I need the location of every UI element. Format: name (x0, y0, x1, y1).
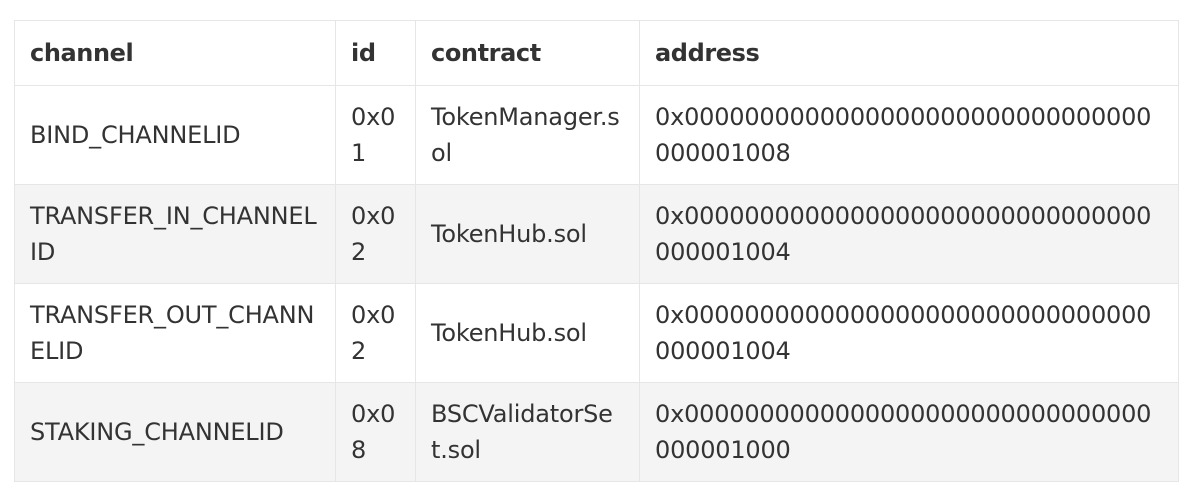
table-row: TRANSFER_IN_CHANNELID 0x02 TokenHub.sol … (14, 184, 1179, 284)
cell-contract: TokenManager.sol (415, 85, 640, 185)
cell-id: 0x01 (335, 85, 416, 185)
cell-channel: TRANSFER_IN_CHANNELID (14, 184, 336, 284)
cell-contract: BSCValidatorSet.sol (415, 382, 640, 482)
table-row: TRANSFER_OUT_CHANNELID 0x02 TokenHub.sol… (14, 283, 1179, 383)
cell-channel: TRANSFER_OUT_CHANNELID (14, 283, 336, 383)
cell-contract: TokenHub.sol (415, 184, 640, 284)
header-id: id (335, 20, 416, 86)
cell-address: 0x00000000000000000000000000000000000010… (639, 382, 1179, 482)
cell-contract: TokenHub.sol (415, 283, 640, 383)
cell-id: 0x02 (335, 283, 416, 383)
cell-id: 0x08 (335, 382, 416, 482)
table-row: BIND_CHANNELID 0x01 TokenManager.sol 0x0… (14, 85, 1179, 185)
table-header-row: channel id contract address (14, 20, 1179, 86)
channel-table-container: channel id contract address BIND_CHANNEL… (14, 20, 1179, 482)
cell-channel: BIND_CHANNELID (14, 85, 336, 185)
cell-address: 0x00000000000000000000000000000000000010… (639, 184, 1179, 284)
cell-address: 0x00000000000000000000000000000000000010… (639, 283, 1179, 383)
header-channel: channel (14, 20, 336, 86)
header-address: address (639, 20, 1179, 86)
header-contract: contract (415, 20, 640, 86)
cell-id: 0x02 (335, 184, 416, 284)
table-row: STAKING_CHANNELID 0x08 BSCValidatorSet.s… (14, 382, 1179, 482)
channel-table: channel id contract address BIND_CHANNEL… (14, 20, 1179, 482)
cell-address: 0x00000000000000000000000000000000000010… (639, 85, 1179, 185)
cell-channel: STAKING_CHANNELID (14, 382, 336, 482)
